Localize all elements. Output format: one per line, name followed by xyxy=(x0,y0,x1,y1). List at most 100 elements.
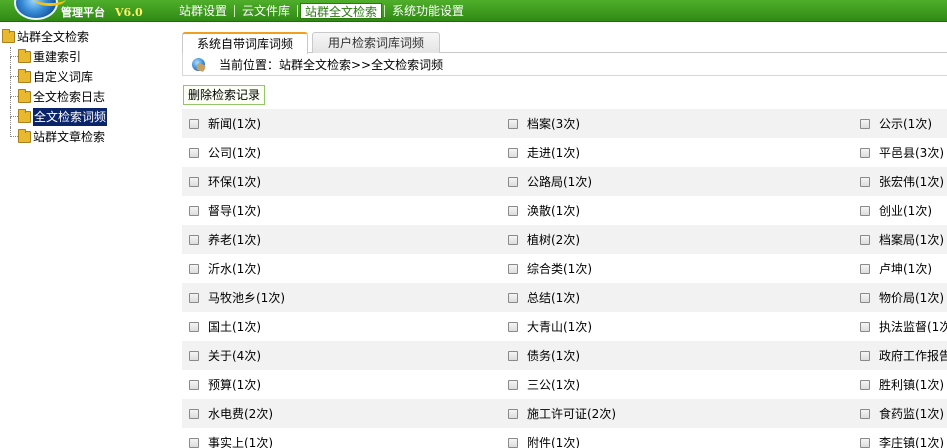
checkbox[interactable] xyxy=(508,292,518,303)
term-checkbox-item[interactable]: 附件(1次) xyxy=(508,428,580,448)
checkbox[interactable] xyxy=(860,321,870,332)
checkbox[interactable] xyxy=(189,292,199,303)
tree-item-label: 全文检索词频 xyxy=(33,108,108,126)
checkbox[interactable] xyxy=(189,205,199,216)
term-label: 食药监(1次) xyxy=(879,407,944,421)
term-checkbox-item[interactable]: 水电费(2次) xyxy=(189,399,273,428)
checkbox[interactable] xyxy=(189,234,199,245)
checkbox[interactable] xyxy=(508,118,518,129)
checkbox[interactable] xyxy=(189,350,199,361)
term-checkbox-item[interactable]: 总结(1次) xyxy=(508,283,580,312)
checkbox[interactable] xyxy=(189,263,199,274)
checkbox[interactable] xyxy=(860,234,870,245)
term-checkbox-item[interactable]: 国土(1次) xyxy=(189,312,261,341)
term-checkbox-item[interactable]: 三公(1次) xyxy=(508,370,580,399)
term-checkbox-item[interactable]: 综合类(1次) xyxy=(508,254,592,283)
tree-item-rebuild-index[interactable]: 重建索引 xyxy=(2,47,107,67)
tree-item-search-log[interactable]: 全文检索日志 xyxy=(2,87,107,107)
menu-item-site-settings[interactable]: 站群设置 xyxy=(172,3,234,19)
checkbox[interactable] xyxy=(860,292,870,303)
term-checkbox-item[interactable]: 事实上(1次) xyxy=(189,428,273,448)
checkbox[interactable] xyxy=(860,408,870,419)
checkbox[interactable] xyxy=(189,147,199,158)
term-checkbox-item[interactable]: 政府工作报告 xyxy=(860,341,947,370)
folder-icon xyxy=(2,29,15,43)
term-checkbox-item[interactable]: 李庄镇(1次) xyxy=(860,428,944,448)
checkbox[interactable] xyxy=(508,321,518,332)
term-checkbox-item[interactable]: 施工许可证(2次) xyxy=(508,399,616,428)
term-checkbox-item[interactable]: 债务(1次) xyxy=(508,341,580,370)
delete-records-button[interactable]: 删除检索记录 xyxy=(183,85,266,105)
term-checkbox-item[interactable]: 预算(1次) xyxy=(189,370,261,399)
grid-row: 马牧池乡(1次) 总结(1次) 物价局(1次) xyxy=(182,283,947,312)
term-checkbox-item[interactable]: 养老(1次) xyxy=(189,225,261,254)
tree-item-custom-dictionary[interactable]: 自定义词库 xyxy=(2,67,107,87)
term-checkbox-item[interactable]: 张宏伟(1次) xyxy=(860,167,944,196)
tab-system-dictionary[interactable]: 系统自带词库词频 xyxy=(182,32,308,54)
term-checkbox-item[interactable]: 物价局(1次) xyxy=(860,283,944,312)
term-checkbox-item[interactable]: 平邑县(3次) xyxy=(860,138,944,167)
term-checkbox-item[interactable]: 走进(1次) xyxy=(508,138,580,167)
term-checkbox-item[interactable]: 关于(4次) xyxy=(189,341,261,370)
checkbox[interactable] xyxy=(508,205,518,216)
tree-item-article-search[interactable]: 站群文章检索 xyxy=(2,127,107,147)
term-checkbox-item[interactable]: 食药监(1次) xyxy=(860,399,944,428)
term-checkbox-item[interactable]: 公示(1次) xyxy=(860,109,932,138)
checkbox[interactable] xyxy=(508,147,518,158)
term-checkbox-item[interactable]: 督导(1次) xyxy=(189,196,261,225)
tree-item-label: 自定义词库 xyxy=(33,70,94,84)
term-checkbox-item[interactable]: 档案局(1次) xyxy=(860,225,944,254)
checkbox[interactable] xyxy=(860,263,870,274)
term-checkbox-item[interactable]: 公路局(1次) xyxy=(508,167,592,196)
checkbox[interactable] xyxy=(860,118,870,129)
term-label: 胜利镇(1次) xyxy=(879,378,944,392)
grid-row: 关于(4次) 债务(1次) 政府工作报告 xyxy=(182,341,947,370)
checkbox[interactable] xyxy=(508,379,518,390)
menu-item-fulltext-search[interactable]: 站群全文检索 xyxy=(300,3,383,19)
checkbox[interactable] xyxy=(508,234,518,245)
tree-root[interactable]: 站群全文检索 xyxy=(2,27,107,47)
term-label: 督导(1次) xyxy=(208,204,261,218)
term-label: 档案(3次) xyxy=(527,117,580,131)
checkbox[interactable] xyxy=(189,321,199,332)
tab-user-dictionary[interactable]: 用户检索词库词频 xyxy=(312,32,440,53)
checkbox[interactable] xyxy=(860,437,870,448)
term-checkbox-item[interactable]: 环保(1次) xyxy=(189,167,261,196)
checkbox[interactable] xyxy=(508,408,518,419)
grid-row: 新闻(1次) 档案(3次) 公示(1次) xyxy=(182,109,947,138)
term-label: 公示(1次) xyxy=(879,117,932,131)
menu-item-cloud-files[interactable]: 云文件库 xyxy=(235,3,297,19)
checkbox[interactable] xyxy=(189,379,199,390)
term-label: 卢坤(1次) xyxy=(879,262,932,276)
term-checkbox-item[interactable]: 执法监督(1次) xyxy=(860,312,947,341)
checkbox[interactable] xyxy=(189,118,199,129)
checkbox[interactable] xyxy=(508,176,518,187)
checkbox[interactable] xyxy=(508,263,518,274)
term-checkbox-item[interactable]: 马牧池乡(1次) xyxy=(189,283,285,312)
checkbox[interactable] xyxy=(860,350,870,361)
tree-item-search-frequency[interactable]: 全文检索词频 xyxy=(2,107,108,127)
term-checkbox-item[interactable]: 公司(1次) xyxy=(189,138,261,167)
checkbox[interactable] xyxy=(508,350,518,361)
menu-item-system-settings[interactable]: 系统功能设置 xyxy=(385,3,471,19)
term-checkbox-item[interactable]: 沂水(1次) xyxy=(189,254,261,283)
checkbox[interactable] xyxy=(189,437,199,448)
checkbox[interactable] xyxy=(508,437,518,448)
term-checkbox-item[interactable]: 创业(1次) xyxy=(860,196,932,225)
grid-row: 养老(1次) 植树(2次) 档案局(1次) xyxy=(182,225,947,254)
term-checkbox-item[interactable]: 新闻(1次) xyxy=(189,109,261,138)
term-checkbox-item[interactable]: 胜利镇(1次) xyxy=(860,370,944,399)
checkbox[interactable] xyxy=(860,147,870,158)
checkbox[interactable] xyxy=(189,408,199,419)
term-checkbox-item[interactable]: 卢坤(1次) xyxy=(860,254,932,283)
term-checkbox-item[interactable]: 大青山(1次) xyxy=(508,312,592,341)
checkbox[interactable] xyxy=(860,205,870,216)
checkbox[interactable] xyxy=(860,176,870,187)
checkbox[interactable] xyxy=(860,379,870,390)
term-checkbox-item[interactable]: 涣散(1次) xyxy=(508,196,580,225)
term-label: 物价局(1次) xyxy=(879,291,944,305)
term-checkbox-item[interactable]: 植树(2次) xyxy=(508,225,580,254)
term-checkbox-item[interactable]: 档案(3次) xyxy=(508,109,580,138)
checkbox[interactable] xyxy=(189,176,199,187)
term-label: 养老(1次) xyxy=(208,233,261,247)
